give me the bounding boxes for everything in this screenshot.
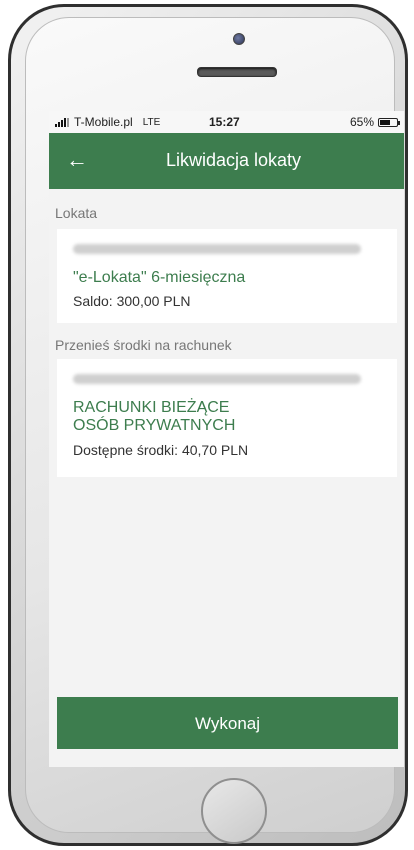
- battery-fill: [380, 119, 391, 125]
- status-bar: T-Mobile.pl LTE 15:27 65%: [49, 111, 404, 133]
- phone-frame: T-Mobile.pl LTE 15:27 65% ← Likwidacja l…: [8, 4, 408, 846]
- battery-tip: [398, 120, 400, 125]
- home-button[interactable]: [201, 778, 267, 844]
- status-left: T-Mobile.pl LTE: [55, 115, 160, 129]
- network-type: LTE: [142, 116, 161, 128]
- page-title: Likwidacja lokaty: [165, 150, 302, 170]
- earpiece-speaker: [197, 67, 277, 77]
- deposit-balance: Saldo: 300,00 PLN: [73, 293, 191, 309]
- account-name-line1: RACHUNKI BIEŻĄCE: [73, 399, 230, 416]
- deposit-name: "e-Lokata" 6-miesięczna: [73, 269, 246, 286]
- submit-button[interactable]: Wykonaj: [57, 697, 398, 749]
- app-screen: T-Mobile.pl LTE 15:27 65% ← Likwidacja l…: [49, 111, 404, 767]
- masked-account-number: [73, 374, 361, 384]
- carrier-name: T-Mobile.pl: [74, 115, 133, 129]
- status-right: 65%: [349, 115, 400, 129]
- front-camera: [233, 33, 245, 45]
- deposit-section-label: Lokata: [55, 205, 98, 221]
- deposit-card[interactable]: "e-Lokata" 6-miesięczna Saldo: 300,00 PL…: [57, 229, 397, 323]
- battery-icon: [378, 117, 400, 127]
- target-account-card[interactable]: RACHUNKI BIEŻĄCE OSÓB PRYWATNYCH Dostępn…: [57, 359, 397, 477]
- masked-account-number: [73, 244, 361, 254]
- signal-icon: [55, 117, 70, 127]
- transfer-section-label: Przenieś środki na rachunek: [55, 337, 232, 353]
- battery-percent: 65%: [349, 115, 374, 129]
- app-bar: ← Likwidacja lokaty: [49, 133, 404, 189]
- status-time: 15:27: [209, 115, 240, 129]
- account-name-line2: OSÓB PRYWATNYCH: [73, 417, 236, 434]
- available-funds: Dostępne środki: 40,70 PLN: [73, 442, 249, 458]
